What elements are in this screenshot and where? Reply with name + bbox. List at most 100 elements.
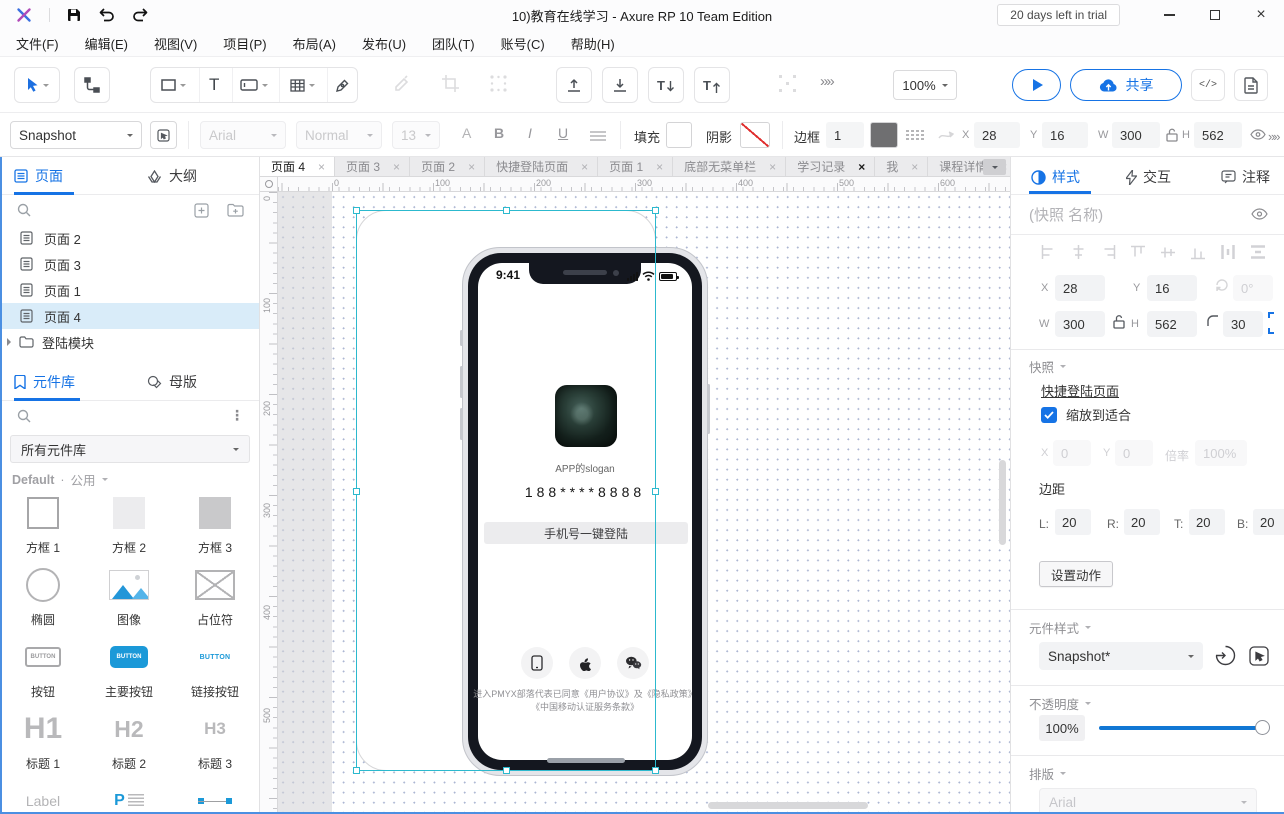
format-painter-icon[interactable]	[392, 74, 412, 94]
transform-points-icon[interactable]	[489, 74, 508, 93]
opacity-section-header[interactable]: 不透明度	[1029, 694, 1091, 713]
toolbar-overflow-icon[interactable]: »»	[820, 73, 833, 90]
widget-paragraph[interactable]: P	[86, 777, 172, 814]
tab-close-icon[interactable]: ×	[581, 160, 588, 174]
widget-style-select[interactable]: Snapshot	[10, 121, 142, 149]
select-tool-button[interactable]	[14, 67, 60, 103]
tab-style[interactable]: 样式	[1031, 167, 1080, 187]
menu-item[interactable]: 布局(A)	[293, 34, 336, 53]
lock-ratio-icon[interactable]	[1166, 128, 1178, 142]
page-item[interactable]: 页面 1	[0, 277, 259, 303]
trial-badge[interactable]: 20 days left in trial	[997, 4, 1120, 26]
library-group-row[interactable]: Default · 公用	[12, 470, 108, 489]
typography-font-select[interactable]: Arial	[1039, 788, 1257, 814]
kebab-menu-icon[interactable]: ⋮	[230, 407, 244, 424]
canvas-viewport[interactable]: 9:41 APP的slogan 188****8888 手机号一键登陆	[278, 192, 1010, 814]
h-input[interactable]: 562	[1194, 122, 1242, 148]
close-button[interactable]: ×	[1238, 0, 1284, 30]
canvas-tab[interactable]: 页面 2×	[410, 157, 485, 176]
tab-notes[interactable]: 注释	[1221, 167, 1270, 187]
crop-icon[interactable]	[441, 74, 460, 93]
tab-overflow-button[interactable]	[983, 159, 1006, 175]
vertical-scrollbar[interactable]	[999, 460, 1006, 545]
menu-item[interactable]: 编辑(E)	[85, 34, 128, 53]
menu-item[interactable]: 团队(T)	[432, 34, 475, 53]
margin-l-input[interactable]: 20	[1055, 509, 1091, 535]
align-left-icon[interactable]	[1041, 245, 1056, 259]
fill-swatch[interactable]	[666, 122, 692, 148]
corner-select-icon[interactable]	[1268, 312, 1284, 334]
shadow-swatch[interactable]	[740, 122, 770, 148]
distribute-vertical-icon[interactable]	[1251, 245, 1265, 259]
arrow-style-button[interactable]	[938, 129, 954, 141]
menu-item[interactable]: 项目(P)	[223, 34, 266, 53]
fit-to-scale-row[interactable]: 缩放到适合	[1041, 405, 1131, 424]
one-tap-login-button[interactable]: 手机号一键登陆	[484, 522, 688, 544]
tab-interact[interactable]: 交互	[1126, 167, 1171, 187]
style-overflow-icon[interactable]: »»	[1268, 129, 1278, 144]
select-similar-icon[interactable]	[1249, 646, 1269, 666]
snap-y-input[interactable]: 0	[1115, 440, 1153, 466]
rectangle-tool-button[interactable]	[151, 68, 196, 102]
tab-close-icon[interactable]: ×	[911, 160, 918, 174]
set-action-button[interactable]: 设置动作	[1039, 561, 1113, 587]
widget-h1[interactable]: H1标题 1	[0, 705, 86, 777]
w-input[interactable]: 300	[1112, 122, 1160, 148]
tab-close-icon[interactable]: ×	[656, 160, 663, 174]
text-tool-button[interactable]: T	[199, 68, 229, 102]
page-item[interactable]: 页面 3	[0, 251, 259, 277]
widget-image[interactable]: 图像	[86, 561, 172, 633]
bold-button[interactable]: B	[494, 125, 504, 141]
x-input[interactable]: 28	[1055, 275, 1105, 301]
align-middle-icon[interactable]	[1161, 245, 1175, 260]
widget-style-select[interactable]: Snapshot*	[1039, 642, 1203, 670]
tab-close-icon[interactable]: ×	[769, 160, 776, 174]
snap-x-input[interactable]: 0	[1053, 440, 1091, 466]
snapshot-section-header[interactable]: 快照	[1029, 357, 1066, 376]
selection-handle[interactable]	[652, 207, 659, 214]
y-input[interactable]: 16	[1147, 275, 1197, 301]
x-input[interactable]: 28	[974, 122, 1020, 148]
widget-button[interactable]: BUTTON按钮	[0, 633, 86, 705]
add-page-icon[interactable]	[194, 203, 209, 218]
menu-item[interactable]: 账号(C)	[501, 34, 545, 53]
search-icon[interactable]	[17, 409, 31, 423]
align-right-icon[interactable]	[1101, 245, 1116, 259]
scale-input[interactable]: 100%	[1195, 440, 1247, 466]
widget-h3[interactable]: H3标题 3	[172, 705, 258, 777]
maximize-button[interactable]	[1192, 0, 1238, 30]
share-button[interactable]: 共享	[1070, 69, 1182, 101]
margin-b-input[interactable]: 20	[1253, 509, 1284, 535]
widget-line[interactable]	[172, 777, 258, 814]
mobile-login-button[interactable]	[521, 647, 553, 679]
apple-login-button[interactable]	[569, 647, 601, 679]
border-style-button[interactable]	[906, 130, 924, 140]
margin-r-input[interactable]: 20	[1124, 509, 1160, 535]
horizontal-scrollbar[interactable]	[708, 802, 868, 809]
opacity-input[interactable]: 100%	[1039, 715, 1085, 741]
tab-pages[interactable]: 页面	[14, 166, 63, 186]
library-select[interactable]: 所有元件库	[10, 435, 250, 463]
snapshot-page-link[interactable]: 快捷登陆页面	[1041, 381, 1119, 400]
lock-ratio-icon[interactable]	[1113, 314, 1125, 329]
widget-box1[interactable]: 方框 1	[0, 489, 86, 561]
canvas-tab[interactable]: 我×	[875, 157, 928, 176]
snapshot-widget[interactable]: 9:41 APP的slogan 188****8888 手机号一键登陆	[356, 210, 656, 771]
align-bottom-icon[interactable]	[1191, 245, 1205, 260]
menu-item[interactable]: 视图(V)	[154, 34, 197, 53]
selection-handle[interactable]	[353, 767, 360, 774]
menu-item[interactable]: 发布(U)	[362, 34, 406, 53]
margin-t-input[interactable]: 20	[1189, 509, 1225, 535]
widget-label[interactable]: Label	[0, 777, 86, 814]
border-width-input[interactable]: 1	[826, 122, 864, 148]
widget-link-button[interactable]: BUTTON链接按钮	[172, 633, 258, 705]
wechat-login-button[interactable]	[617, 647, 649, 679]
widget-ellipse[interactable]: 椭圆	[0, 561, 86, 633]
align-top-icon[interactable]	[1131, 245, 1145, 260]
table-tool-button[interactable]	[279, 68, 324, 102]
save-icon[interactable]	[67, 8, 81, 22]
y-input[interactable]: 16	[1042, 122, 1088, 148]
canvas-tab[interactable]: 页面 3×	[335, 157, 410, 176]
bullet-list-button[interactable]	[590, 131, 606, 141]
h-input[interactable]: 562	[1147, 311, 1197, 337]
